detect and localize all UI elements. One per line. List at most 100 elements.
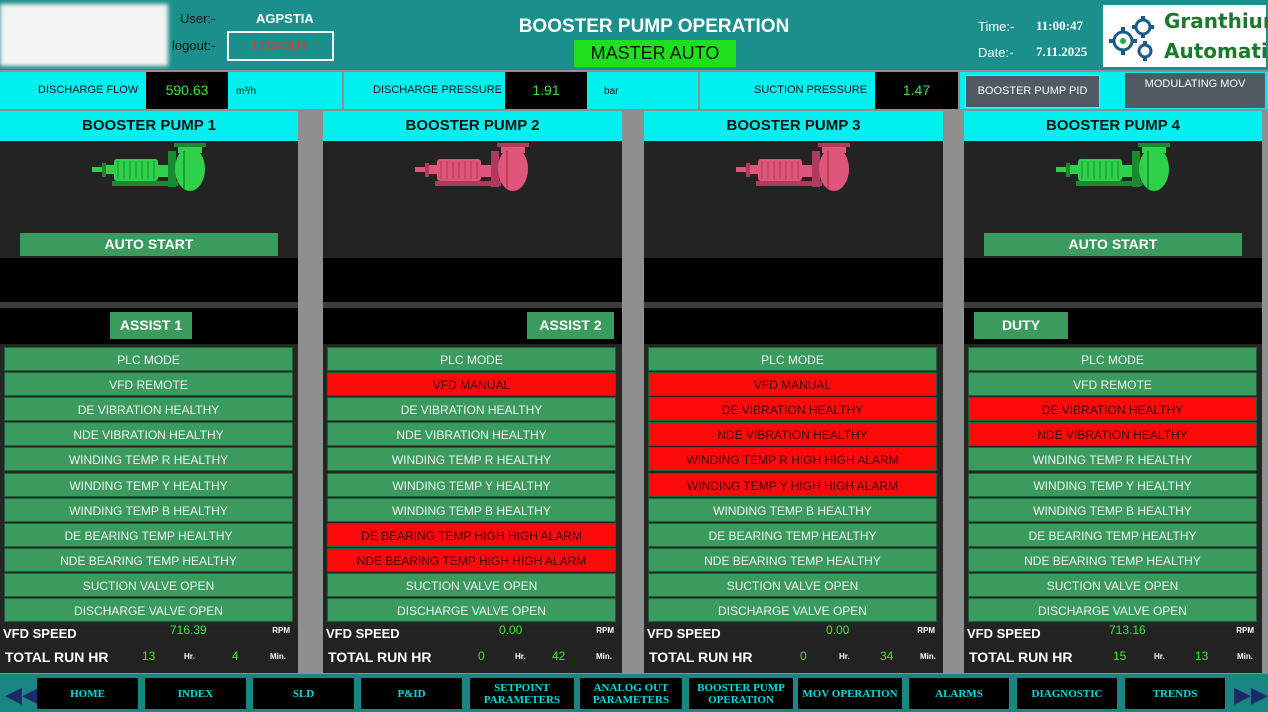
- nav-booster-pump-operation-button[interactable]: BOOSTER PUMP OPERATION: [689, 678, 793, 709]
- status-item: WINDING TEMP R HEALTHY: [4, 447, 293, 472]
- status-item: NDE VIBRATION HEALTHY: [4, 422, 293, 447]
- pump-panel-3: BOOSTER PUMP 3 PLC MODE VFD MANUAL DE VIBRA…: [644, 111, 943, 673]
- logout-button[interactable]: LOGOUT: [227, 31, 334, 61]
- hmi-screen: User:- AGPSTIA logout:- LOGOUT BOOSTER P…: [0, 0, 1268, 712]
- pump-graphic-area: AUTO START: [0, 141, 298, 257]
- discharge-flow-label: DISCHARGE FLOW: [38, 84, 139, 96]
- nav-home-button[interactable]: HOME: [37, 678, 138, 709]
- run-hours-value: 0: [800, 649, 807, 663]
- status-item: DE VIBRATION HEALTHY: [968, 397, 1257, 422]
- pump-title: BOOSTER PUMP 4: [964, 111, 1262, 141]
- discharge-flow-unit: m³/h: [236, 86, 256, 97]
- discharge-pressure-value: 1.91: [505, 72, 587, 109]
- vfd-speed-label: VFD SPEED: [3, 626, 77, 641]
- status-list: PLC MODE VFD REMOTE DE VIBRATION HEALTHY ND…: [964, 345, 1262, 627]
- status-list: PLC MODE VFD REMOTE DE VIBRATION HEALTHY ND…: [0, 345, 298, 627]
- vfd-speed-label: VFD SPEED: [326, 626, 400, 641]
- total-run-hr-label: TOTAL RUN HR: [969, 649, 1073, 665]
- nav-trends-button[interactable]: TRENDS: [1125, 678, 1225, 709]
- message-area: [964, 258, 1262, 302]
- pump-panel-1: BOOSTER PUMP 1 AUTO START ASSIST 1 PLC MODE…: [0, 111, 298, 673]
- status-item: DISCHARGE VALVE OPEN: [327, 598, 616, 622]
- date-label: Date:-: [978, 45, 1014, 60]
- status-item: NDE VIBRATION HEALTHY: [327, 422, 616, 447]
- status-item: WINDING TEMP B HEALTHY: [327, 497, 616, 522]
- status-item: WINDING TEMP R HEALTHY: [327, 447, 616, 472]
- double-right-arrow-icon[interactable]: ▶▶: [1234, 682, 1268, 708]
- nav-mov-operation-button[interactable]: MOV OPERATION: [798, 678, 902, 709]
- auto-start-button[interactable]: AUTO START: [984, 233, 1242, 256]
- pump-panel-2: BOOSTER PUMP 2 ASSIST 2 PLC MODE VFD MANUAL…: [323, 111, 622, 673]
- pump-title: BOOSTER PUMP 3: [644, 111, 943, 141]
- status-item: WINDING TEMP R HIGH HIGH ALARM: [648, 447, 937, 472]
- discharge-flow-value: 590.63: [146, 72, 228, 109]
- pump-graphic-area: AUTO START: [964, 141, 1262, 257]
- total-run-hr-label: TOTAL RUN HR: [649, 649, 753, 665]
- vfd-speed-value: 716.39: [170, 623, 207, 637]
- auto-start-button[interactable]: AUTO START: [20, 233, 278, 256]
- status-item: NDE BEARING TEMP HEALTHY: [648, 547, 937, 572]
- booster-pump-pid-button[interactable]: BOOSTER PUMP PID: [965, 75, 1100, 108]
- status-item: WINDING TEMP R HEALTHY: [968, 447, 1257, 472]
- nav-alarms-button[interactable]: ALARMS: [909, 678, 1009, 709]
- double-left-arrow-icon[interactable]: ◀◀: [5, 682, 39, 708]
- pump-panel-4: BOOSTER PUMP 4 AUTO START DUTY PLC MODE VFD …: [964, 111, 1262, 673]
- status-item: SUCTION VALVE OPEN: [327, 572, 616, 597]
- status-item: NDE BEARING TEMP HIGH HIGH ALARM: [327, 547, 616, 572]
- pump-icon: [1056, 143, 1170, 191]
- nav-index-button[interactable]: INDEX: [145, 678, 246, 709]
- status-item: DISCHARGE VALVE OPEN: [648, 598, 937, 622]
- status-item: DE BEARING TEMP HIGH HIGH ALARM: [327, 522, 616, 547]
- pump-icon: [415, 143, 529, 191]
- hours-unit: Hr.: [184, 652, 195, 661]
- nav-p-id-button[interactable]: P&ID: [361, 678, 462, 709]
- master-mode-indicator: MASTER AUTO: [574, 40, 736, 67]
- status-list: PLC MODE VFD MANUAL DE VIBRATION HEALTHY ND…: [323, 345, 622, 627]
- minutes-unit: Min.: [596, 652, 612, 661]
- pump-graphic-area: [644, 141, 943, 257]
- vfd-speed-label: VFD SPEED: [967, 626, 1041, 641]
- status-item: WINDING TEMP Y HEALTHY: [327, 472, 616, 497]
- page-title: BOOSTER PUMP OPERATION: [518, 16, 790, 37]
- status-item: DE BEARING TEMP HEALTHY: [968, 522, 1257, 547]
- nav-setpoint-parameters-button[interactable]: SETPOINT PARAMETERS: [470, 678, 574, 709]
- role-row: ASSIST 1: [0, 308, 298, 344]
- run-minutes-value: 13: [1195, 649, 1209, 663]
- total-run-hr-label: TOTAL RUN HR: [328, 649, 432, 665]
- status-item: WINDING TEMP Y HEALTHY: [968, 472, 1257, 497]
- status-item: VFD MANUAL: [648, 372, 937, 397]
- nav-sld-button[interactable]: SLD: [253, 678, 354, 709]
- nav-analog-out-parameters-button[interactable]: ANALOG OUT PARAMETERS: [580, 678, 682, 709]
- bottom-navigation: ◀◀ HOME INDEX SLD P&ID SETPOINT PARAMETERS AN…: [0, 674, 1268, 712]
- status-item: PLC MODE: [4, 347, 293, 371]
- message-area: [644, 258, 943, 302]
- run-minutes-value: 34: [880, 649, 894, 663]
- vfd-speed-value: 0.00: [499, 623, 523, 637]
- status-item: DE VIBRATION HEALTHY: [327, 397, 616, 422]
- company-logo: Granthium Automation: [1103, 5, 1268, 67]
- status-item: WINDING TEMP Y HIGH HIGH ALARM: [648, 472, 937, 497]
- vfd-speed-value: 713.16: [1109, 623, 1146, 637]
- run-minutes-value: 4: [232, 649, 239, 663]
- status-item: VFD REMOTE: [4, 372, 293, 397]
- status-item: NDE VIBRATION HEALTHY: [968, 422, 1257, 447]
- status-list: PLC MODE VFD MANUAL DE VIBRATION HEALTHY ND…: [644, 345, 943, 627]
- rpm-unit: RPM: [272, 626, 290, 635]
- pump-title: BOOSTER PUMP 1: [0, 111, 298, 141]
- discharge-pressure-label: DISCHARGE PRESSURE: [373, 84, 502, 96]
- hours-unit: Hr.: [515, 652, 526, 661]
- run-minutes-value: 42: [552, 649, 566, 663]
- modulating-mov-button[interactable]: MODULATING MOV: [1125, 73, 1265, 108]
- redacted-logo-area: [0, 4, 168, 66]
- role-row: DUTY: [964, 308, 1262, 344]
- status-item: NDE BEARING TEMP HEALTHY: [4, 547, 293, 572]
- suction-pressure-value: 1.47: [875, 72, 958, 109]
- pump-graphic-area: [323, 141, 622, 257]
- status-item: SUCTION VALVE OPEN: [968, 572, 1257, 597]
- gear-icon: [1109, 16, 1154, 61]
- user-label: User:-: [180, 11, 216, 26]
- nav-diagnostic-button[interactable]: DIAGNOSTIC: [1017, 678, 1117, 709]
- total-run-hr-label: TOTAL RUN HR: [5, 649, 109, 665]
- minutes-unit: Min.: [1237, 652, 1253, 661]
- vfd-speed-value: 0.00: [826, 623, 850, 637]
